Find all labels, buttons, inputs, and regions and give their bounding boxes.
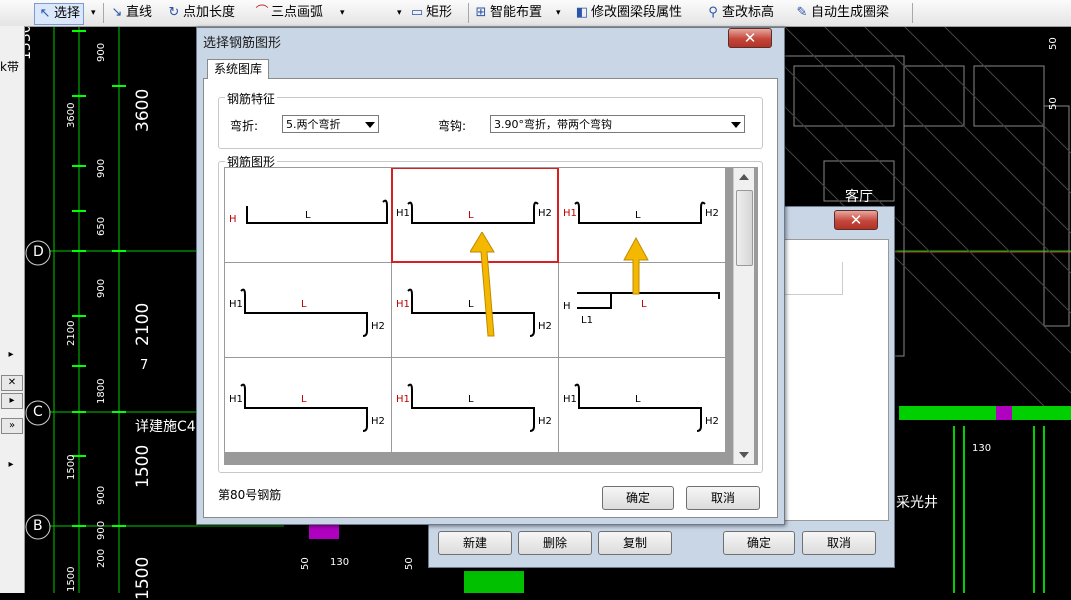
shape-label-main: L xyxy=(468,394,474,405)
point-length-icon: ↻ xyxy=(168,5,180,20)
arc-icon: ⌒ xyxy=(255,5,269,20)
new-button[interactable]: 新建 xyxy=(438,531,512,555)
cancel-button[interactable]: 取消 xyxy=(686,486,760,510)
shape-label-left: H xyxy=(229,214,237,225)
shape-label-right: H2 xyxy=(538,208,552,219)
smart-layout-tool[interactable]: ⊞ 智能布置 xyxy=(474,3,542,23)
toolbar-separator xyxy=(103,3,104,23)
shape-label-left: H1 xyxy=(396,394,410,405)
shape-label-right: H2 xyxy=(705,416,719,427)
shape-label-left: H1 xyxy=(229,394,243,405)
tab-system-library[interactable]: 系统图库 xyxy=(207,59,269,79)
shape-label-main: L xyxy=(468,210,474,221)
expand-arrow-button-2[interactable]: ▸ xyxy=(1,458,21,472)
dialog-close-button[interactable]: ✕ xyxy=(728,28,772,48)
toolbar-separator xyxy=(468,3,469,23)
axis-circle-c xyxy=(25,400,51,426)
rect-dropdown[interactable]: ▾ xyxy=(397,3,402,23)
hook-select[interactable]: 3.90°弯折，带两个弯钩 xyxy=(490,115,745,133)
shape-label-main: L xyxy=(635,394,641,405)
arc3-dropdown[interactable]: ▾ xyxy=(340,3,345,23)
select-tool[interactable]: ↖ 选择 xyxy=(34,3,85,25)
hook-label: 弯钩: xyxy=(438,119,467,133)
shape-cell[interactable]: H1 L H2 xyxy=(225,358,391,452)
panel-fragment-text: k带 xyxy=(0,60,19,74)
shape-label-main: L xyxy=(301,299,307,310)
shape-label-left: H1 xyxy=(229,299,243,310)
status-text: 第80号钢筋 xyxy=(218,488,282,502)
close-icon[interactable]: ✕ xyxy=(1,375,23,391)
vertical-scrollbar[interactable] xyxy=(733,168,754,464)
rebar-path xyxy=(246,199,388,224)
copy-button[interactable]: 复制 xyxy=(598,531,672,555)
dialog-title: 选择钢筋图形 xyxy=(203,36,282,51)
shape-label-left: H1 xyxy=(563,394,577,405)
rebar-shape-drawing xyxy=(240,288,368,337)
shape-label-main: L xyxy=(305,210,311,221)
back-dialog-close-button[interactable]: ✕ xyxy=(834,210,878,230)
arrow-button[interactable]: ▸ xyxy=(1,393,23,409)
modify-icon: ◧ xyxy=(575,5,589,20)
scroll-thumb[interactable] xyxy=(736,190,753,266)
shape-label-main: L xyxy=(301,394,307,405)
feature-group-label: 钢筋特征 xyxy=(225,90,278,107)
line-tool[interactable]: ↘ 直线 xyxy=(110,3,152,23)
rebar-path xyxy=(240,288,368,337)
modify-ring-beam-tool[interactable]: ◧ 修改圈梁段属性 xyxy=(575,3,682,23)
rebar-path xyxy=(574,383,702,432)
rebar-shape-drawing xyxy=(240,383,368,432)
back-cancel-button[interactable]: 取消 xyxy=(802,531,876,555)
bend-label: 弯折: xyxy=(230,119,259,133)
auto-beam-icon: ✎ xyxy=(796,5,808,20)
back-ok-button[interactable]: 确定 xyxy=(723,531,795,555)
shape-label-right: H2 xyxy=(371,321,385,332)
toolbar-separator xyxy=(912,3,913,23)
axis-circle-d xyxy=(25,240,51,266)
rebar-shape-drawing xyxy=(574,383,702,432)
rect-tool[interactable]: ▭ 矩形 xyxy=(410,3,452,23)
shape-label-right: H2 xyxy=(705,208,719,219)
chevron-down-icon xyxy=(365,122,375,128)
annotation-arrow-right xyxy=(623,236,649,295)
smart-layout-dropdown[interactable]: ▾ xyxy=(556,3,561,23)
annotation-arrows xyxy=(470,232,649,337)
smart-layout-icon: ⊞ xyxy=(475,5,487,20)
shape-cell[interactable]: HL xyxy=(225,168,391,262)
more-button[interactable]: » xyxy=(1,418,23,434)
shape-label-left: H1 xyxy=(396,299,410,310)
expand-arrow-button[interactable]: ▸ xyxy=(1,348,21,362)
auto-ring-beam-tool[interactable]: ✎ 自动生成圈梁 xyxy=(795,3,889,23)
point-length-tool[interactable]: ↻ 点加长度 xyxy=(167,3,235,23)
chevron-down-icon xyxy=(731,122,741,128)
shape-cell[interactable]: H1 L H2 xyxy=(392,358,558,452)
rebar-path xyxy=(240,383,368,432)
shape-label-right: H2 xyxy=(538,416,552,427)
annotation-arrow-left xyxy=(470,232,495,337)
arc3-tool[interactable]: ⌒ 三点画弧 xyxy=(255,3,323,23)
ok-button[interactable]: 确定 xyxy=(602,486,674,510)
shape-cell[interactable]: H1 L H2 xyxy=(225,263,391,357)
rect-icon: ▭ xyxy=(410,5,424,20)
delete-button[interactable]: 删除 xyxy=(518,531,592,555)
shape-label-main: L xyxy=(635,210,641,221)
axis-circle-b xyxy=(25,514,51,540)
rebar-shape-drawing xyxy=(407,383,535,432)
select-dropdown[interactable]: ▾ xyxy=(91,3,96,23)
left-panel: k带 ▸ ✕ ▸ » ▸ xyxy=(0,26,25,593)
pointer-icon: ↖ xyxy=(39,6,51,21)
modify-elevation-tool[interactable]: ⚲ 查改标高 xyxy=(706,3,774,23)
scroll-down-arrow[interactable] xyxy=(739,452,749,458)
line-icon: ↘ xyxy=(111,5,123,20)
toolbar: ↖ 选择 ▾ ↘ 直线 ↻ 点加长度 ⌒ 三点画弧 ▾ ▾ ▭ 矩形 ⊞ 智能布置 ▾ ◧ 修… xyxy=(0,0,1071,27)
elevation-icon: ⚲ xyxy=(708,5,718,20)
shape-label-right: H2 xyxy=(371,416,385,427)
shape-cell[interactable]: H1 L H2 xyxy=(559,358,725,452)
scroll-up-arrow[interactable] xyxy=(739,174,749,180)
shape-label-left: H1 xyxy=(563,208,577,219)
rebar-path xyxy=(407,383,535,432)
bend-select[interactable]: 5.两个弯折 xyxy=(282,115,379,133)
shape-label-left: H1 xyxy=(396,208,410,219)
